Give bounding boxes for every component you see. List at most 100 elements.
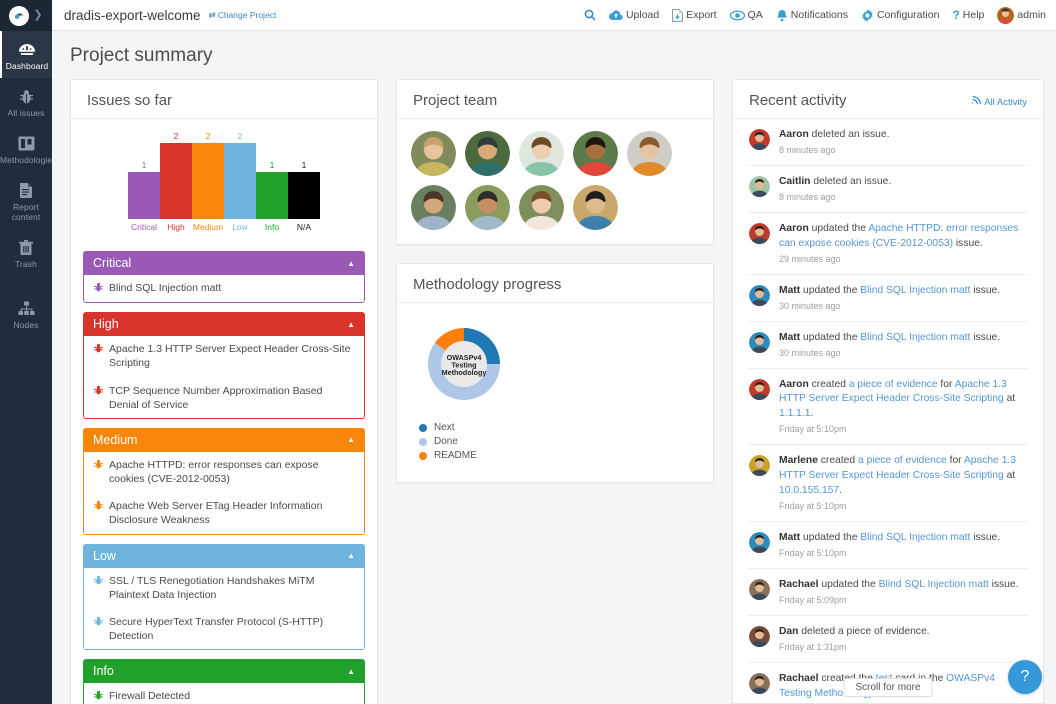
activity-link[interactable]: 10.0.155.157 (779, 485, 839, 496)
issue-row[interactable]: Blind SQL Injection matt (84, 275, 364, 302)
activity-item: Marlene created a piece of evidence for … (747, 445, 1029, 523)
methodology-legend: Next Done README (419, 422, 699, 461)
help-button[interactable]: ? Help (952, 8, 984, 22)
avatar (749, 129, 770, 150)
sidebar-item-dashboard[interactable]: Dashboard (0, 31, 52, 78)
issue-row[interactable]: Apache 1.3 HTTP Server Expect Header Cro… (84, 336, 364, 376)
activity-timestamp: 30 minutes ago (779, 347, 841, 358)
team-member-avatar[interactable] (411, 131, 456, 176)
activity-link[interactable]: 1.1.1.1 (779, 408, 811, 419)
project-team-members (397, 119, 713, 244)
help-fab-button[interactable]: ? (1008, 660, 1042, 694)
issue-groups: Critical ▲ Blind SQL Injection matt High ▲ Ap… (71, 238, 377, 704)
issue-group-header[interactable]: High ▲ (83, 312, 365, 337)
sidebar-item-nodes[interactable]: Nodes (0, 290, 52, 337)
caret-up-icon[interactable]: ▲ (347, 667, 355, 676)
team-member-avatar[interactable] (465, 131, 510, 176)
activity-link[interactable]: a piece of evidence (849, 379, 938, 390)
issue-group-label: High (93, 317, 119, 332)
activity-text: Dan deleted a piece of evidence. (779, 625, 930, 637)
issue-title: Apache 1.3 HTTP Server Expect Header Cro… (109, 343, 351, 370)
export-button[interactable]: Export (672, 8, 717, 22)
upload-button[interactable]: Upload (608, 9, 659, 21)
rss-icon (971, 96, 982, 108)
bug-icon (94, 690, 103, 704)
sidebar-item-all-issues[interactable]: All issues (0, 78, 52, 125)
activity-link[interactable]: Blind SQL Injection matt (860, 285, 970, 296)
column-team: Project team Methodology progress OWASPv… (396, 79, 714, 704)
sidebar-item-trash[interactable]: Trash (0, 229, 52, 276)
team-member-avatar[interactable] (519, 185, 564, 230)
activity-link[interactable]: Blind SQL Injection matt (860, 532, 970, 543)
qa-button[interactable]: QA (729, 9, 763, 21)
issue-group-header[interactable]: Info ▲ (83, 659, 365, 684)
activity-link[interactable]: a piece of evidence (858, 455, 947, 466)
chevron-right-icon[interactable]: ❯ (33, 10, 42, 21)
dradis-logo-icon[interactable] (9, 5, 30, 26)
activity-text: Rachael updated the Blind SQL Injection … (779, 578, 1019, 590)
bar-column: 2 (160, 131, 192, 219)
issues-bar-chart: 1 2 2 2 1 1 Critical High Medium Low Info N/A (71, 119, 377, 238)
page-title: Project summary (70, 45, 213, 66)
activity-timestamp: Friday at 5:09pm (779, 594, 847, 605)
caret-up-icon[interactable]: ▲ (347, 320, 355, 329)
activity-text: Matt updated the Blind SQL Injection mat… (779, 331, 1001, 343)
sidebar-item-label: Trash (15, 259, 37, 269)
team-member-avatar[interactable] (573, 131, 618, 176)
activity-user: Matt (779, 532, 801, 544)
issue-group-header[interactable]: Medium ▲ (83, 427, 365, 452)
activity-user: Aaron (779, 129, 809, 140)
issue-group: Info ▲ Firewall Detected (83, 659, 365, 704)
cloud-upload-icon (608, 9, 623, 21)
question-mark-icon: ? (952, 8, 960, 22)
qa-label: QA (747, 9, 763, 21)
notifications-button[interactable]: Notifications (776, 9, 848, 22)
issue-row[interactable]: Secure HyperText Transfer Protocol (S-HT… (84, 608, 364, 649)
team-member-avatar[interactable] (465, 185, 510, 230)
caret-up-icon[interactable]: ▲ (347, 551, 355, 560)
recent-activity-card: Recent activity All Activity Aaron delet… (732, 79, 1044, 704)
issue-row[interactable]: Apache HTTPD: error responses can expose… (84, 452, 364, 492)
search-button[interactable] (584, 9, 596, 21)
issue-title: Apache HTTPD: error responses can expose… (109, 458, 319, 486)
issue-row[interactable]: Apache Web Server ETag Header Informatio… (84, 492, 364, 533)
activity-link[interactable]: Apache HTTPD: error responses can expose… (779, 223, 1018, 249)
activity-link[interactable]: Blind SQL Injection matt (860, 332, 970, 343)
activity-body: Aaron created a piece of evidence for Ap… (779, 378, 1027, 435)
main-area: dradis-export-welcome ⇄ Change Project Up… (52, 0, 1056, 704)
issue-title: Secure HyperText Transfer Protocol (S-HT… (109, 615, 324, 643)
legend-dot (419, 423, 427, 432)
bar-column: 1 (288, 131, 320, 219)
issue-row[interactable]: Firewall Detected (84, 683, 364, 704)
change-project-link[interactable]: ⇄ Change Project (209, 10, 277, 21)
caret-up-icon[interactable]: ▲ (347, 435, 355, 444)
activity-timestamp: 8 minutes ago (779, 191, 836, 202)
configuration-label: Configuration (876, 9, 940, 21)
activity-item: Aaron deleted an issue. 8 minutes ago (747, 119, 1029, 166)
team-member-avatar[interactable] (519, 131, 564, 176)
sidebar-item-report-content[interactable]: Report content (0, 172, 52, 229)
issue-group-header[interactable]: Critical ▲ (83, 251, 365, 275)
team-member-avatar[interactable] (411, 185, 456, 230)
activity-timestamp: Friday at 5:10pm (779, 501, 847, 512)
team-member-avatar[interactable] (573, 185, 618, 230)
user-menu[interactable]: admin (997, 6, 1046, 24)
issue-group-label: Low (93, 548, 116, 563)
all-activity-link[interactable]: All Activity (971, 96, 1027, 108)
recent-activity-list[interactable]: Aaron deleted an issue. 8 minutes ago Cait… (733, 119, 1043, 701)
configuration-button[interactable]: Configuration (861, 8, 940, 22)
activity-link[interactable]: Blind SQL Injection matt (879, 579, 989, 590)
bar-label: N/A (296, 222, 312, 232)
team-member-avatar[interactable] (627, 131, 672, 176)
issue-group-header[interactable]: Low ▲ (83, 543, 365, 568)
activity-timestamp: 29 minutes ago (779, 253, 841, 264)
methodology-progress-title: Methodology progress (397, 264, 713, 303)
activity-user: Caitlin (779, 175, 811, 187)
sidebar-logo-row[interactable]: ❯ (0, 0, 52, 31)
legend-row: Next (419, 422, 699, 433)
sidebar-item-methodologies[interactable]: Methodologies (0, 125, 56, 172)
issue-group-label: Info (93, 664, 114, 679)
issue-row[interactable]: SSL / TLS Renegotiation Handshakes MiTM … (84, 568, 364, 608)
caret-up-icon[interactable]: ▲ (347, 259, 355, 268)
issue-row[interactable]: TCP Sequence Number Approximation Based … (84, 377, 364, 418)
